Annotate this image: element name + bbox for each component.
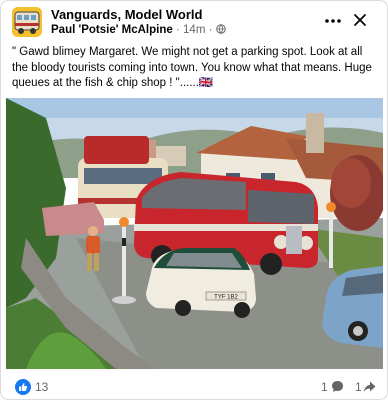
close-icon[interactable] bbox=[351, 11, 369, 29]
post-photo[interactable]: TYF 1B2 bbox=[6, 98, 383, 369]
group-name[interactable]: Vanguards, Model World bbox=[51, 7, 202, 22]
share-count[interactable]: 1 bbox=[355, 380, 362, 394]
post-card: Vanguards, Model World Paul 'Potsie' McA… bbox=[0, 0, 388, 400]
more-options-button[interactable] bbox=[321, 13, 345, 29]
like-icon[interactable] bbox=[15, 379, 31, 395]
group-avatar[interactable] bbox=[12, 7, 42, 37]
reactions-bar: 13 1 1 bbox=[1, 373, 387, 399]
post-meta: Paul 'Potsie' McAlpine · 14m · bbox=[51, 24, 226, 36]
meta-separator: · bbox=[175, 24, 180, 36]
post-caption: " Gawd blimey Margaret. We might not get… bbox=[12, 46, 372, 89]
post-header: Vanguards, Model World Paul 'Potsie' McA… bbox=[1, 1, 387, 41]
car-plate: TYF 1B2 bbox=[214, 295, 238, 301]
post-time[interactable]: 14m bbox=[183, 24, 205, 36]
like-count[interactable]: 13 bbox=[35, 380, 48, 394]
share-icon[interactable] bbox=[363, 380, 376, 393]
comment-icon[interactable] bbox=[331, 380, 344, 393]
author-name[interactable]: Paul 'Potsie' McAlpine bbox=[51, 24, 173, 36]
globe-icon bbox=[215, 24, 226, 34]
meta-dot: · bbox=[208, 24, 213, 36]
comment-count[interactable]: 1 bbox=[321, 380, 328, 394]
